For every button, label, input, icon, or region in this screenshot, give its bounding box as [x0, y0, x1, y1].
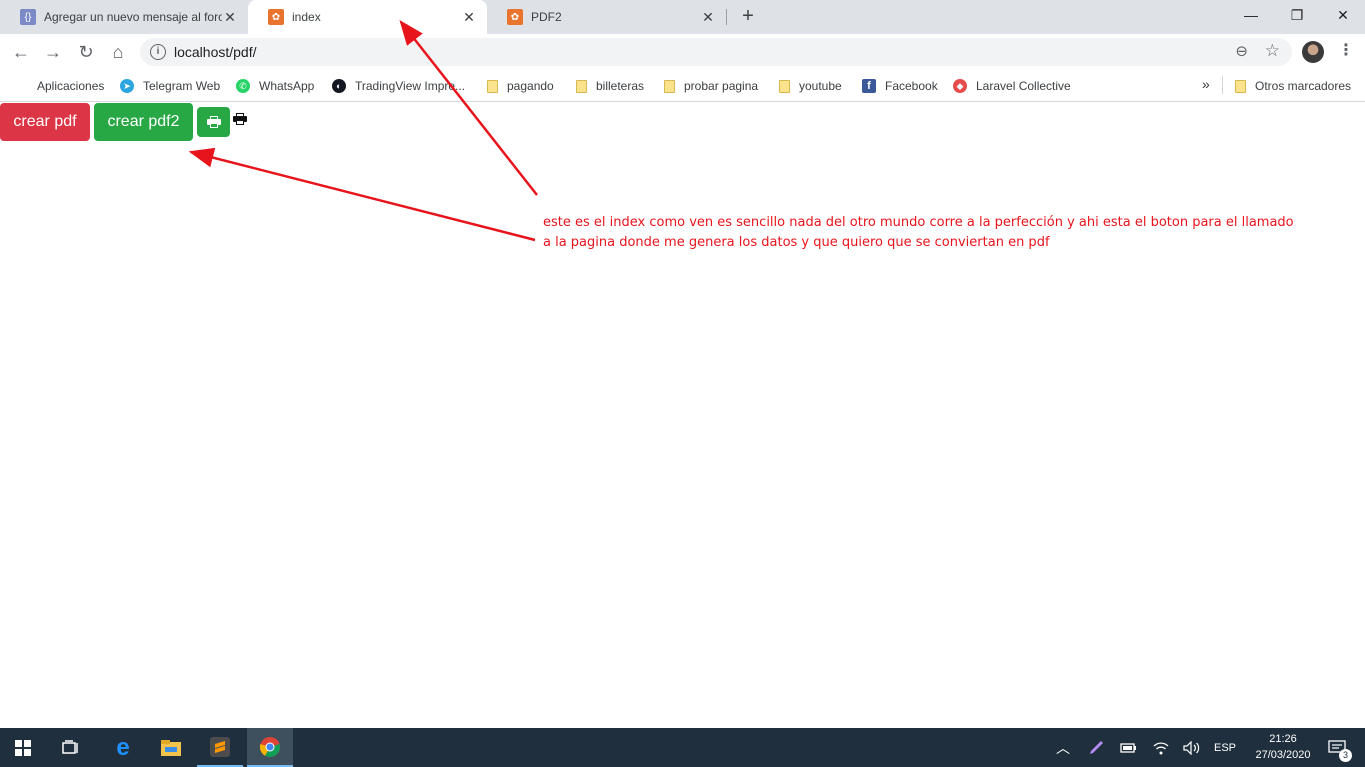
- bookmark-telegram[interactable]: ➤ Telegram Web: [120, 76, 220, 96]
- notification-count-badge: 3: [1339, 749, 1352, 762]
- crear-pdf-button[interactable]: crear pdf: [0, 103, 90, 141]
- apps-grid-icon: [14, 79, 28, 93]
- tab-index[interactable]: ✿ index ✕: [248, 0, 487, 34]
- tab-title: PDF2: [531, 10, 562, 24]
- printer-icon: [206, 116, 221, 128]
- bookmarks-separator: [1222, 76, 1223, 94]
- tab-title: Agregar un nuevo mensaje al foro: [44, 10, 222, 24]
- system-clock[interactable]: 21:26 27/03/2020: [1248, 731, 1318, 763]
- reload-button[interactable]: ↻: [74, 40, 98, 64]
- browser-toolbar: ← → ↻ ⌂ i localhost/pdf/ ⊖ ☆: [0, 34, 1365, 70]
- bookmark-facebook[interactable]: f Facebook: [862, 76, 938, 96]
- star-icon[interactable]: ☆: [1265, 41, 1280, 61]
- windows-start-icon[interactable]: [0, 728, 46, 767]
- tab-separator: [726, 9, 727, 25]
- tab-agregar-mensaje[interactable]: {} Agregar un nuevo mensaje al foro ✕: [0, 0, 248, 34]
- profile-avatar[interactable]: [1302, 41, 1324, 63]
- folder-icon: [779, 79, 790, 93]
- file-explorer-icon[interactable]: [148, 728, 194, 767]
- bookmark-label: TradingView Impre...: [355, 79, 466, 93]
- bookmark-otros-marcadores[interactable]: Otros marcadores: [1235, 76, 1351, 96]
- clock-time: 21:26: [1269, 733, 1297, 745]
- crear-pdf2-button[interactable]: crear pdf2: [94, 103, 193, 141]
- home-button[interactable]: ⌂: [106, 40, 130, 64]
- url-text[interactable]: localhost/pdf/: [174, 38, 257, 66]
- xampp-icon: ✿: [507, 9, 523, 25]
- sublime-text-icon[interactable]: [197, 728, 243, 767]
- chrome-icon[interactable]: [247, 728, 293, 767]
- windows-taskbar: e ︿ ESP 21:26 27/03/2020 3: [0, 728, 1365, 767]
- tab-title: index: [292, 10, 321, 24]
- annotation-text: este es el index como ven es sencillo na…: [543, 215, 1294, 250]
- print-link[interactable]: [233, 113, 247, 125]
- bookmark-label: billeteras: [596, 79, 645, 93]
- clock-date: 27/03/2020: [1255, 749, 1311, 761]
- bookmark-tradingview[interactable]: ◐ TradingView Impre...: [332, 76, 465, 96]
- bookmark-label: pagando: [507, 79, 554, 93]
- bookmark-pagando[interactable]: pagando: [487, 76, 554, 96]
- close-window-button[interactable]: ✕: [1320, 0, 1365, 30]
- bookmark-label: Telegram Web: [143, 79, 221, 93]
- pen-icon[interactable]: [1084, 728, 1108, 767]
- chevron-up-icon[interactable]: ︿: [1052, 728, 1074, 767]
- bookmarks-overflow-button[interactable]: »: [1202, 76, 1210, 92]
- minimize-button[interactable]: —: [1228, 0, 1274, 30]
- folder-icon: [664, 79, 675, 93]
- folder-icon: [487, 79, 498, 93]
- zoom-icon[interactable]: ⊖: [1235, 42, 1248, 60]
- new-tab-button[interactable]: +: [737, 6, 759, 28]
- bookmark-label: Otros marcadores: [1255, 79, 1352, 93]
- whatsapp-icon: ✆: [236, 79, 250, 93]
- address-bar[interactable]: i localhost/pdf/ ⊖ ☆: [140, 38, 1292, 66]
- back-button[interactable]: ←: [9, 40, 33, 64]
- tradingview-icon: ◐: [332, 79, 346, 93]
- bookmark-billeteras[interactable]: billeteras: [576, 76, 644, 96]
- restore-button[interactable]: ❐: [1274, 0, 1320, 30]
- battery-icon[interactable]: [1116, 728, 1140, 767]
- bookmark-label: probar pagina: [684, 79, 759, 93]
- bookmark-whatsapp[interactable]: ✆ WhatsApp: [236, 76, 314, 96]
- bookmark-youtube[interactable]: youtube: [779, 76, 842, 96]
- close-icon[interactable]: ✕: [700, 9, 716, 26]
- bookmark-laravel-collective[interactable]: ◆ Laravel Collective: [953, 76, 1071, 96]
- info-icon[interactable]: i: [150, 44, 166, 60]
- language-indicator[interactable]: ESP: [1210, 728, 1240, 767]
- facebook-icon: f: [862, 79, 876, 93]
- menu-icon[interactable]: ⋮: [1338, 40, 1354, 60]
- volume-icon[interactable]: [1180, 728, 1204, 767]
- edge-icon[interactable]: e: [100, 728, 146, 767]
- bookmark-label: Aplicaciones: [37, 79, 105, 93]
- bookmark-label: Laravel Collective: [976, 79, 1071, 93]
- folder-icon: [1235, 79, 1246, 93]
- print-button[interactable]: [197, 107, 230, 137]
- printer-icon: [233, 113, 247, 125]
- tab-pdf2[interactable]: ✿ PDF2 ✕: [487, 0, 726, 34]
- bookmark-probar-pagina[interactable]: probar pagina: [664, 76, 758, 96]
- notifications-icon[interactable]: 3: [1322, 728, 1352, 767]
- forward-button[interactable]: →: [41, 40, 65, 64]
- close-icon[interactable]: ✕: [461, 9, 477, 26]
- telegram-icon: ➤: [120, 79, 134, 93]
- wifi-icon[interactable]: [1149, 728, 1173, 767]
- code-braces-icon: {}: [20, 9, 36, 25]
- bookmark-aplicaciones[interactable]: Aplicaciones: [14, 76, 104, 96]
- bookmark-label: youtube: [799, 79, 842, 93]
- bookmark-label: WhatsApp: [259, 79, 315, 93]
- bookmarks-bar: Aplicaciones ➤ Telegram Web ✆ WhatsApp ◐…: [0, 70, 1365, 102]
- laravel-icon: ◆: [953, 79, 967, 93]
- page-content: crear pdf crear pdf2 este es el index co…: [0, 103, 1365, 728]
- tab-strip: {} Agregar un nuevo mensaje al foro ✕ ✿ …: [0, 0, 1365, 34]
- close-icon[interactable]: ✕: [222, 9, 238, 26]
- bookmark-label: Facebook: [885, 79, 938, 93]
- task-view-icon[interactable]: [48, 728, 94, 767]
- folder-icon: [576, 79, 587, 93]
- xampp-icon: ✿: [268, 9, 284, 25]
